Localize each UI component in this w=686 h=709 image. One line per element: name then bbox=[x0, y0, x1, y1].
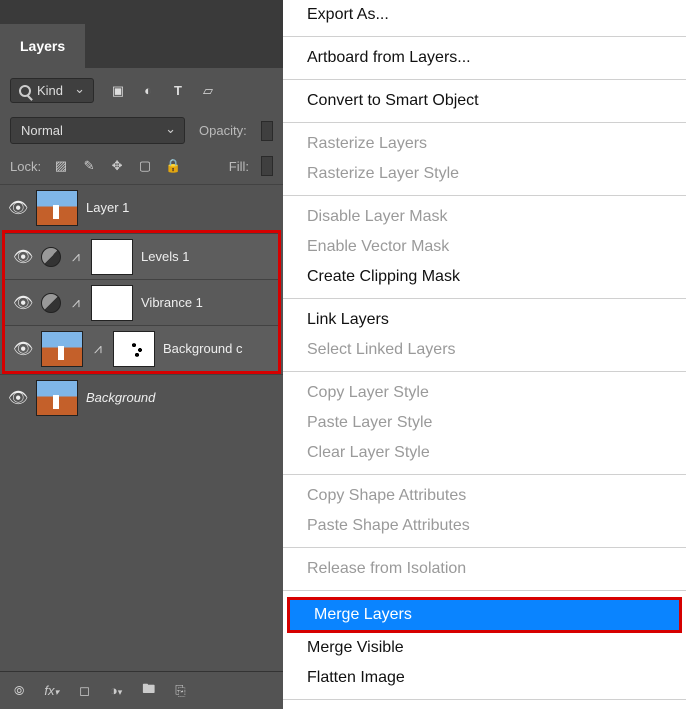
menu-separator bbox=[283, 699, 686, 700]
blend-row: Normal Opacity: bbox=[0, 111, 283, 150]
shape-filter-icon[interactable]: ▱ bbox=[200, 83, 216, 99]
menu-separator bbox=[283, 371, 686, 372]
menu-separator bbox=[283, 195, 686, 196]
layer-thumbnail[interactable] bbox=[36, 190, 78, 226]
menu-item-rasterize-layer-style: Rasterize Layer Style bbox=[283, 159, 686, 189]
mask-icon[interactable]: ◻ bbox=[79, 683, 90, 699]
visibility-eye-icon[interactable]: 👁 bbox=[13, 339, 33, 359]
adjust-filter-icon[interactable]: ◐ bbox=[140, 83, 156, 98]
menu-separator bbox=[283, 122, 686, 123]
menu-item-export-as[interactable]: Export As... bbox=[283, 0, 686, 30]
layer-thumbnail[interactable] bbox=[36, 380, 78, 416]
layer-row[interactable]: 👁 Layer 1 bbox=[0, 184, 283, 230]
lock-position-icon[interactable]: ✥ bbox=[109, 158, 125, 174]
menu-item-release-from-isolation: Release from Isolation bbox=[283, 554, 686, 584]
menu-item-paste-layer-style: Paste Layer Style bbox=[283, 408, 686, 438]
menu-item-convert-to-smart-object[interactable]: Convert to Smart Object bbox=[283, 86, 686, 116]
mask-thumbnail[interactable] bbox=[91, 239, 133, 275]
menu-item-paste-shape-attributes: Paste Shape Attributes bbox=[283, 511, 686, 541]
layer-name[interactable]: Levels 1 bbox=[141, 249, 189, 264]
blend-mode-dropdown[interactable]: Normal bbox=[10, 117, 185, 144]
fill-label: Fill: bbox=[229, 159, 249, 174]
filter-type-icons: ▣ ◐ T ▱ bbox=[110, 83, 216, 99]
menu-separator bbox=[283, 79, 686, 80]
menu-item-artboard-from-layers[interactable]: Artboard from Layers... bbox=[283, 43, 686, 73]
menu-item-create-clipping-mask[interactable]: Create Clipping Mask bbox=[283, 262, 686, 292]
layers-bottom-bar: ⦾ fx▾ ◻ ◑▾ 🖿 ⎘ bbox=[0, 671, 283, 709]
visibility-eye-icon[interactable]: 👁 bbox=[8, 388, 28, 408]
menu-separator bbox=[283, 590, 686, 591]
layer-thumbnail[interactable] bbox=[41, 331, 83, 367]
adjustment-icon bbox=[41, 293, 61, 313]
menu-item-disable-layer-mask: Disable Layer Mask bbox=[283, 202, 686, 232]
lock-all-icon[interactable]: 🔒 bbox=[165, 158, 181, 174]
layers-list: 👁 Layer 1 👁 ⩘ Levels 1 👁 ⩘ Vibrance 1 👁 bbox=[0, 182, 283, 420]
search-icon bbox=[19, 85, 31, 97]
menu-item-merge-visible[interactable]: Merge Visible bbox=[283, 633, 686, 663]
mask-thumbnail[interactable] bbox=[113, 331, 155, 367]
visibility-eye-icon[interactable]: 👁 bbox=[13, 247, 33, 267]
lock-artboard-icon[interactable]: ▢ bbox=[137, 158, 153, 174]
tab-row: Layers bbox=[0, 24, 283, 68]
menu-separator bbox=[283, 547, 686, 548]
link-icon[interactable]: ⦾ bbox=[14, 683, 24, 699]
mask-link-icon[interactable]: ⩘ bbox=[69, 294, 83, 311]
mask-thumbnail[interactable] bbox=[91, 285, 133, 321]
menu-item-enable-vector-mask: Enable Vector Mask bbox=[283, 232, 686, 262]
title-bar bbox=[0, 0, 283, 24]
new-layer-icon[interactable]: ⎘ bbox=[175, 683, 185, 699]
menu-item-select-linked-layers: Select Linked Layers bbox=[283, 335, 686, 365]
lock-transparency-icon[interactable]: ▨ bbox=[53, 158, 69, 174]
mask-link-icon[interactable]: ⩘ bbox=[91, 340, 105, 357]
opacity-label: Opacity: bbox=[199, 123, 247, 138]
image-filter-icon[interactable]: ▣ bbox=[110, 83, 126, 99]
layer-row[interactable]: 👁 Background bbox=[0, 374, 283, 420]
lock-row: Lock: ▨ ✎ ✥ ▢ 🔒 Fill: bbox=[0, 150, 283, 182]
menu-separator bbox=[283, 298, 686, 299]
visibility-eye-icon[interactable]: 👁 bbox=[13, 293, 33, 313]
mask-link-icon[interactable]: ⩘ bbox=[69, 248, 83, 265]
layer-row[interactable]: 👁 ⩘ Vibrance 1 bbox=[5, 279, 278, 325]
group-icon[interactable]: 🖿 bbox=[142, 680, 155, 702]
context-menu: Export As... Artboard from Layers... Conve… bbox=[283, 0, 686, 709]
fill-input[interactable] bbox=[261, 156, 273, 176]
menu-item-copy-layer-style: Copy Layer Style bbox=[283, 378, 686, 408]
layer-row[interactable]: 👁 ⩘ Levels 1 bbox=[5, 233, 278, 279]
fx-icon[interactable]: fx▾ bbox=[44, 683, 59, 698]
kind-dropdown[interactable]: Kind bbox=[10, 78, 94, 103]
menu-item-link-layers[interactable]: Link Layers bbox=[283, 305, 686, 335]
layer-name[interactable]: Background bbox=[86, 390, 155, 405]
adjustment-layer-icon[interactable]: ◑▾ bbox=[110, 683, 122, 698]
kind-label: Kind bbox=[37, 83, 63, 98]
layers-tab[interactable]: Layers bbox=[0, 24, 85, 68]
filter-row: Kind ▣ ◐ T ▱ bbox=[0, 68, 283, 111]
menu-separator bbox=[283, 474, 686, 475]
adjustment-icon bbox=[41, 247, 61, 267]
lock-label: Lock: bbox=[10, 159, 41, 174]
visibility-eye-icon[interactable]: 👁 bbox=[8, 198, 28, 218]
layers-panel: Layers Kind ▣ ◐ T ▱ Normal Opacity: Lock… bbox=[0, 0, 283, 709]
layer-name[interactable]: Vibrance 1 bbox=[141, 295, 203, 310]
highlighted-menu-item: Merge Layers bbox=[287, 597, 682, 633]
layer-row[interactable]: 👁 ⩘ Background c bbox=[5, 325, 278, 371]
selected-layers-highlight: 👁 ⩘ Levels 1 👁 ⩘ Vibrance 1 👁 ⩘ Backgrou… bbox=[2, 230, 281, 374]
menu-item-rasterize-layers: Rasterize Layers bbox=[283, 129, 686, 159]
menu-item-copy-shape-attributes: Copy Shape Attributes bbox=[283, 481, 686, 511]
lock-paint-icon[interactable]: ✎ bbox=[81, 158, 97, 174]
menu-item-clear-layer-style: Clear Layer Style bbox=[283, 438, 686, 468]
layer-name[interactable]: Layer 1 bbox=[86, 200, 129, 215]
type-filter-icon[interactable]: T bbox=[170, 83, 186, 98]
menu-separator bbox=[283, 36, 686, 37]
menu-item-flatten-image[interactable]: Flatten Image bbox=[283, 663, 686, 693]
layer-name[interactable]: Background c bbox=[163, 341, 243, 356]
opacity-input[interactable] bbox=[261, 121, 273, 141]
menu-item-merge-layers[interactable]: Merge Layers bbox=[290, 600, 679, 630]
